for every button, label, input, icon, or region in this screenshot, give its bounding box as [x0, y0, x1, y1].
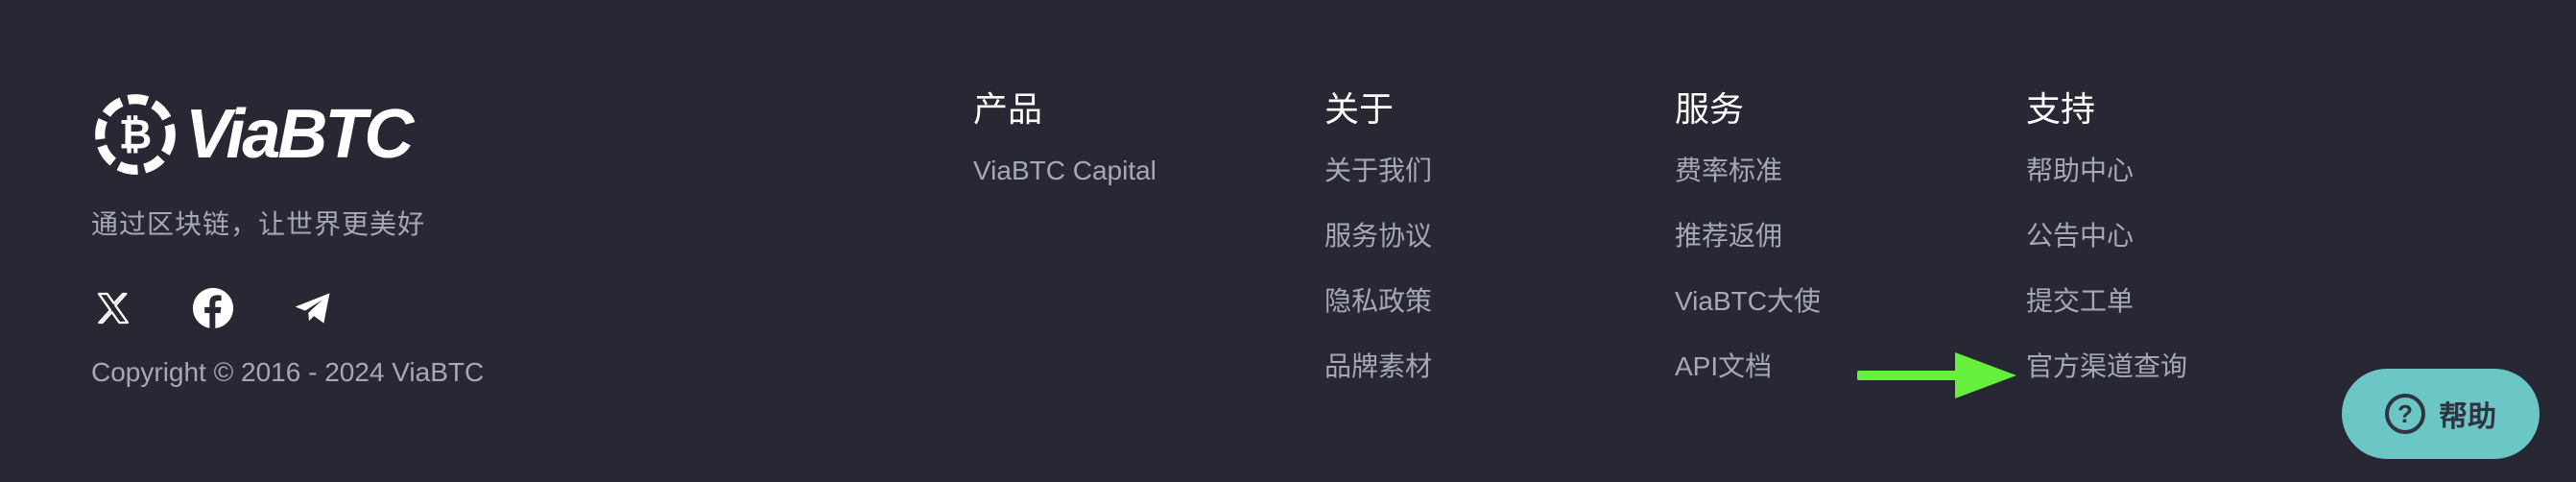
footer-column-services: 服务 费率标准 推荐返佣 ViaBTC大使 API文档	[1675, 88, 1821, 419]
telegram-icon[interactable]	[291, 286, 335, 330]
brand-tagline: 通过区块链，让世界更美好	[91, 209, 426, 239]
link-fee-schedule[interactable]: 费率标准	[1675, 157, 1821, 223]
footer-column-products: 产品 ViaBTC Capital	[973, 88, 1157, 223]
column-title-products: 产品	[973, 89, 1043, 129]
column-title-services: 服务	[1675, 89, 1745, 129]
link-announcements[interactable]: 公告中心	[2026, 223, 2187, 288]
help-button[interactable]: ? 帮助	[2342, 369, 2540, 459]
facebook-icon[interactable]	[191, 286, 235, 330]
x-twitter-icon[interactable]	[91, 286, 135, 330]
link-submit-ticket[interactable]: 提交工单	[2026, 288, 2187, 353]
help-button-label: 帮助	[2439, 401, 2496, 433]
link-api-docs[interactable]: API文档	[1675, 353, 1821, 419]
copyright-text: Copyright © 2016 - 2024 ViaBTC	[91, 357, 485, 387]
link-privacy-policy[interactable]: 隐私政策	[1324, 288, 1432, 353]
brand-name: ViaBTC	[185, 96, 414, 173]
link-service-agreement[interactable]: 服务协议	[1324, 223, 1432, 288]
social-links	[91, 286, 335, 330]
link-ambassador[interactable]: ViaBTC大使	[1675, 288, 1821, 353]
pointer-arrow-icon	[1857, 352, 2016, 398]
question-circle-icon: ?	[2385, 394, 2425, 434]
link-official-channel-verification[interactable]: 官方渠道查询	[2026, 353, 2187, 419]
footer-column-support: 支持 帮助中心 公告中心 提交工单 官方渠道查询	[2026, 88, 2187, 419]
footer-column-about: 关于 关于我们 服务协议 隐私政策 品牌素材	[1324, 88, 1432, 419]
link-about-us[interactable]: 关于我们	[1324, 157, 1432, 223]
column-title-support: 支持	[2026, 89, 2096, 129]
link-viabtc-capital[interactable]: ViaBTC Capital	[973, 157, 1157, 223]
svg-text:₿: ₿	[119, 112, 152, 157]
footer-brand: ₿ ViaBTC 通过区块链，让世界更美好	[91, 88, 782, 242]
viabtc-logo-icon: ₿	[95, 94, 176, 175]
viabtc-logo[interactable]: ₿ ViaBTC	[91, 88, 782, 181]
link-referral-rebate[interactable]: 推荐返佣	[1675, 223, 1821, 288]
link-brand-assets[interactable]: 品牌素材	[1324, 353, 1432, 419]
column-title-about: 关于	[1324, 89, 1395, 129]
link-help-center[interactable]: 帮助中心	[2026, 157, 2187, 223]
